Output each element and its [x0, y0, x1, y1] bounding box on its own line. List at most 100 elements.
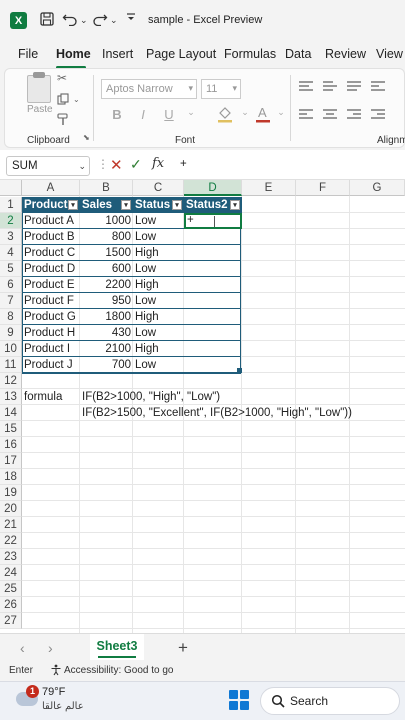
table-cell-sales[interactable]: 950 — [80, 293, 133, 309]
windows-start-icon[interactable] — [229, 690, 249, 710]
column-header-f[interactable]: F — [296, 180, 350, 196]
font-color-dropdown-icon[interactable]: ⌄ — [273, 107, 289, 125]
table-cell-status[interactable]: Low — [133, 261, 184, 277]
fill-color-dropdown-icon[interactable]: ⌄ — [237, 107, 253, 125]
column-header-b[interactable]: B — [80, 180, 133, 196]
table-header-cell[interactable]: Status ▾ — [133, 197, 184, 213]
table-cell-status[interactable]: High — [133, 341, 184, 357]
row-header-1[interactable]: 1 — [0, 197, 22, 213]
tab-view[interactable]: View — [376, 47, 403, 61]
row-header-12[interactable]: 12 — [0, 373, 22, 389]
align-left-icon[interactable] — [299, 109, 313, 121]
column-header-e[interactable]: E — [242, 180, 296, 196]
underline-dropdown-icon[interactable]: ⌄ — [183, 107, 199, 125]
row-header-7[interactable]: 7 — [0, 293, 22, 309]
table-cell-status[interactable]: Low — [133, 357, 184, 373]
tab-home[interactable]: Home — [56, 47, 91, 61]
table-cell-sales[interactable]: 1800 — [80, 309, 133, 325]
row-header-27[interactable]: 27 — [0, 613, 22, 629]
row-header-11[interactable]: 11 — [0, 357, 22, 373]
insert-function-icon[interactable]: fx — [152, 156, 164, 171]
table-cell-sales[interactable]: 2200 — [80, 277, 133, 293]
enter-icon[interactable]: ✓ — [130, 156, 142, 173]
row-header-5[interactable]: 5 — [0, 261, 22, 277]
tab-review[interactable]: Review — [325, 47, 366, 61]
table-cell-status[interactable]: Low — [133, 213, 184, 229]
formula-input[interactable]: + — [180, 158, 187, 170]
tab-insert[interactable]: Insert — [102, 47, 133, 61]
table-cell-product[interactable]: Product G — [22, 309, 80, 325]
paste-icon[interactable] — [27, 75, 51, 103]
row-header-21[interactable]: 21 — [0, 517, 22, 533]
table-cell-product[interactable]: Product A — [22, 213, 80, 229]
wrap-text-icon[interactable] — [371, 81, 385, 93]
font-size-field[interactable]: 11 ▾ — [201, 79, 241, 99]
next-sheet-icon[interactable]: › — [48, 640, 53, 656]
align-center-icon[interactable] — [323, 109, 337, 121]
accessibility-status[interactable]: Accessibility: Good to go — [64, 665, 174, 676]
table-resize-handle[interactable] — [237, 368, 242, 373]
font-name-field[interactable]: Aptos Narrow ▾ — [101, 79, 197, 99]
column-header-d[interactable]: D — [184, 180, 242, 196]
cancel-icon[interactable]: ✕ — [110, 156, 123, 174]
paint-bucket-icon[interactable] — [217, 105, 233, 123]
align-bottom-icon[interactable] — [347, 81, 361, 93]
row-header-13[interactable]: 13 — [0, 389, 22, 405]
clipboard-launcher-icon[interactable]: ⬊ — [83, 133, 90, 142]
save-icon[interactable] — [40, 12, 54, 28]
tab-file[interactable]: File — [18, 47, 38, 61]
customize-toolbar-icon[interactable] — [126, 12, 136, 28]
row-header-6[interactable]: 6 — [0, 277, 22, 293]
align-middle-icon[interactable] — [323, 81, 337, 93]
worksheet-grid[interactable]: A B C D E F G 1 2 3 4 5 6 7 8 9 10 11 12 13 14 15 16 17 18 19 20 21… — [0, 180, 405, 633]
row-header-22[interactable]: 22 — [0, 533, 22, 549]
table-header-cell[interactable]: Product ▾ — [22, 197, 80, 213]
cut-icon[interactable]: ✂ — [57, 71, 67, 85]
row-header-16[interactable]: 16 — [0, 437, 22, 453]
indent-icon[interactable] — [371, 109, 385, 121]
underline-button[interactable]: U — [161, 107, 177, 125]
italic-button[interactable]: I — [135, 107, 151, 125]
bold-button[interactable]: B — [109, 107, 125, 125]
table-cell-status[interactable]: Low — [133, 325, 184, 341]
weather-text[interactable]: عالم عالقا — [42, 701, 84, 712]
row-header-10[interactable]: 10 — [0, 341, 22, 357]
row-header-24[interactable]: 24 — [0, 565, 22, 581]
undo-dropdown-icon[interactable]: ⌄ — [80, 12, 88, 28]
column-header-g[interactable]: G — [350, 180, 405, 196]
table-cell-sales[interactable]: 1500 — [80, 245, 133, 261]
select-all-corner[interactable] — [0, 180, 22, 196]
table-cell-sales[interactable]: 600 — [80, 261, 133, 277]
redo-icon[interactable] — [92, 12, 108, 28]
row-header-2[interactable]: 2 — [0, 213, 22, 229]
table-cell-product[interactable]: Product B — [22, 229, 80, 245]
row-header-26[interactable]: 26 — [0, 597, 22, 613]
table-header-cell[interactable]: Status2 ▾ — [184, 197, 242, 213]
cell-b14[interactable]: IF(B2>1500, "Excellent", IF(B2>1000, "Hi… — [80, 405, 354, 421]
table-cell-product[interactable]: Product D — [22, 261, 80, 277]
column-header-c[interactable]: C — [133, 180, 184, 196]
table-cell-product[interactable]: Product I — [22, 341, 80, 357]
tab-page-layout[interactable]: Page Layout — [146, 47, 216, 61]
cell-b13[interactable]: IF(B2>1000, "High", "Low") — [80, 389, 222, 405]
row-header-20[interactable]: 20 — [0, 501, 22, 517]
row-header-4[interactable]: 4 — [0, 245, 22, 261]
table-cell-product[interactable]: Product C — [22, 245, 80, 261]
row-header-19[interactable]: 19 — [0, 485, 22, 501]
more-options-icon[interactable]: ⋮ — [97, 157, 109, 171]
paste-button-label[interactable]: Paste — [27, 104, 53, 115]
align-right-icon[interactable] — [347, 109, 361, 121]
temperature[interactable]: 79°F — [42, 686, 65, 698]
row-header-14[interactable]: 14 — [0, 405, 22, 421]
accessibility-icon[interactable] — [50, 664, 62, 679]
row-header-17[interactable]: 17 — [0, 453, 22, 469]
row-header-3[interactable]: 3 — [0, 229, 22, 245]
row-header-25[interactable]: 25 — [0, 581, 22, 597]
row-header-18[interactable]: 18 — [0, 469, 22, 485]
active-cell-d2[interactable]: + — [184, 213, 242, 229]
tab-formulas[interactable]: Formulas — [224, 47, 276, 61]
filter-dropdown-icon[interactable]: ▾ — [68, 200, 78, 210]
cell-a13[interactable]: formula — [22, 389, 64, 405]
previous-sheet-icon[interactable]: ‹ — [20, 640, 25, 656]
table-cell-status[interactable]: High — [133, 245, 184, 261]
